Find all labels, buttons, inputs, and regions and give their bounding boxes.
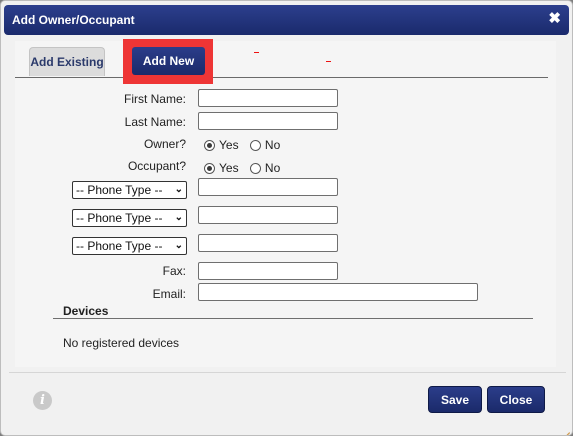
email-label: Email: — [152, 287, 186, 301]
owner-no-label: No — [264, 138, 281, 152]
close-button[interactable]: Close — [487, 386, 545, 413]
resize-handle-icon[interactable] — [560, 423, 570, 433]
save-button[interactable]: Save — [428, 386, 482, 413]
phone-type-select-1[interactable]: -- Phone Type -- ⌄ — [72, 181, 187, 199]
add-owner-occupant-dialog: Add Owner/Occupant ✖ Add Existing Add Ne… — [0, 0, 573, 436]
phone-type-select-value: -- Phone Type -- — [76, 183, 163, 197]
tab-add-existing[interactable]: Add Existing — [29, 47, 105, 76]
footer-divider — [9, 372, 566, 373]
tab-bar: Add Existing Add New — [15, 39, 548, 84]
owner-no-radio[interactable] — [249, 140, 261, 151]
occupant-no-label: No — [264, 161, 281, 175]
owner-yes-label: Yes — [219, 138, 239, 152]
phone-type-select-3[interactable]: -- Phone Type -- ⌄ — [72, 237, 187, 255]
red-marker — [326, 61, 331, 62]
last-name-label: Last Name: — [124, 115, 186, 129]
owner-yes-radio[interactable] — [204, 140, 215, 151]
tab-add-new[interactable]: Add New — [132, 47, 205, 75]
red-marker — [254, 52, 259, 53]
phone-type-select-value: -- Phone Type -- — [76, 239, 163, 253]
devices-divider — [53, 318, 533, 319]
fax-field[interactable] — [198, 262, 338, 280]
phone-type-select-value: -- Phone Type -- — [76, 211, 163, 225]
chevron-down-icon: ⌄ — [174, 240, 183, 251]
close-icon[interactable]: ✖ — [548, 11, 561, 27]
devices-heading: Devices — [63, 304, 109, 318]
phone-type-select-2[interactable]: -- Phone Type -- ⌄ — [72, 209, 187, 227]
chevron-down-icon: ⌄ — [174, 184, 183, 195]
occupant-no-radio[interactable] — [249, 163, 261, 174]
devices-empty-message: No registered devices — [63, 336, 180, 350]
occupant-radio-group: Yes No — [204, 161, 288, 177]
email-field[interactable] — [198, 283, 478, 301]
occupant-yes-radio[interactable] — [204, 163, 215, 174]
first-name-label: First Name: — [123, 92, 186, 106]
owner-radio-group: Yes No — [204, 138, 288, 154]
dialog-titlebar: Add Owner/Occupant ✖ — [4, 5, 569, 35]
fax-label: Fax: — [162, 264, 186, 278]
phone-1-field[interactable] — [198, 178, 338, 196]
last-name-field[interactable] — [198, 112, 338, 130]
owner-label: Owner? — [143, 137, 186, 151]
occupant-label: Occupant? — [127, 159, 186, 173]
chevron-down-icon: ⌄ — [174, 212, 183, 223]
occupant-yes-label: Yes — [219, 161, 239, 175]
info-icon[interactable]: i — [33, 391, 52, 410]
first-name-field[interactable] — [198, 89, 338, 107]
phone-3-field[interactable] — [198, 234, 338, 252]
phone-2-field[interactable] — [198, 206, 338, 224]
dialog-title: Add Owner/Occupant — [12, 13, 135, 27]
